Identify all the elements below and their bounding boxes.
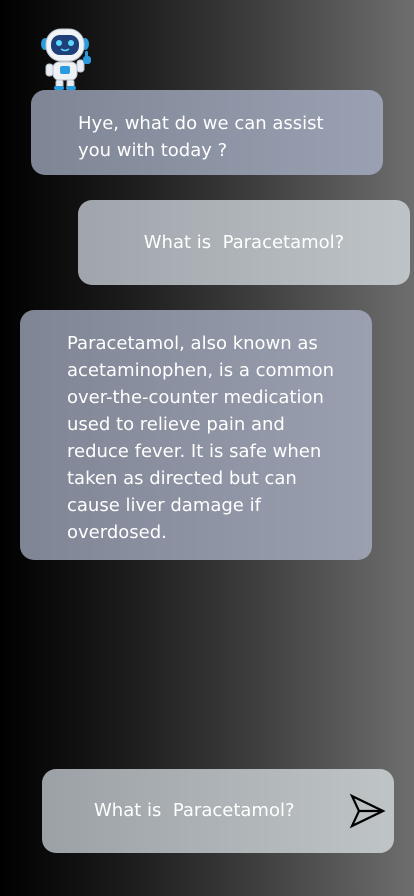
bot-message-text: Hye, what do we can assist you with toda… bbox=[78, 113, 324, 161]
robot-avatar-icon bbox=[38, 26, 96, 90]
bot-message-answer: Paracetamol, also known as acetaminophen… bbox=[20, 310, 372, 560]
send-button[interactable] bbox=[347, 791, 387, 831]
message-input-bar[interactable]: What is Paracetamol? bbox=[42, 769, 394, 853]
user-message: What is Paracetamol? bbox=[78, 200, 410, 285]
send-icon bbox=[349, 793, 386, 829]
bot-answer-text: Paracetamol, also known as acetaminophen… bbox=[67, 333, 335, 543]
bot-message-greeting: Hye, what do we can assist you with toda… bbox=[31, 90, 383, 175]
message-input[interactable]: What is Paracetamol? bbox=[94, 769, 295, 853]
user-message-text: What is Paracetamol? bbox=[143, 232, 345, 253]
